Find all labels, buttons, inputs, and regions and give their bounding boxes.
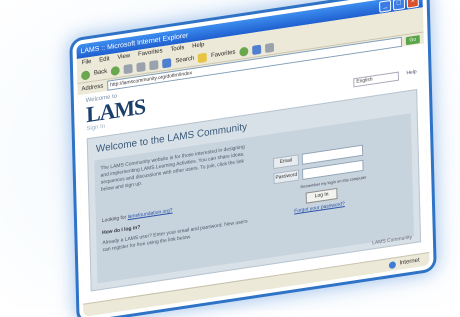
login-help-text: Already a LAMS user? Enter your email an… xyxy=(102,218,248,254)
search-button-label[interactable]: Search xyxy=(175,56,194,65)
maximize-button[interactable]: □ xyxy=(392,0,406,11)
status-zone-label: Internet xyxy=(399,257,420,267)
menu-file[interactable]: File xyxy=(82,59,92,66)
close-button[interactable]: × xyxy=(406,0,419,9)
favorites-icon[interactable] xyxy=(198,52,208,63)
search-icon[interactable] xyxy=(162,57,172,68)
browser-window: LAMS :: Microsoft Internet Explorer _ □ … xyxy=(76,0,430,317)
looking-prefix: Looking for xyxy=(101,214,127,225)
menu-view[interactable]: View xyxy=(117,53,130,61)
back-button-label[interactable]: Back xyxy=(94,69,107,77)
back-icon[interactable] xyxy=(81,69,91,81)
menu-tools[interactable]: Tools xyxy=(170,45,184,53)
menu-help[interactable]: Help xyxy=(192,42,204,50)
email-label: Email xyxy=(272,154,299,170)
foundation-link[interactable]: lamsfoundation.org? xyxy=(128,207,173,220)
home-icon[interactable] xyxy=(149,59,159,70)
login-form: Email Password Remember my login on this… xyxy=(272,142,384,229)
media-icon[interactable] xyxy=(239,46,249,57)
forward-icon[interactable] xyxy=(111,65,121,76)
stop-icon[interactable] xyxy=(123,63,134,74)
minimize-button[interactable]: _ xyxy=(379,0,392,13)
menu-edit[interactable]: Edit xyxy=(99,56,109,64)
internet-zone-icon xyxy=(388,260,396,269)
favorites-button-label[interactable]: Favorites xyxy=(211,49,236,59)
login-button[interactable]: Log In xyxy=(305,187,338,204)
password-label: Password xyxy=(273,169,300,185)
looking-for-line: Looking for lamsfoundation.org? xyxy=(102,207,173,224)
print-icon[interactable] xyxy=(265,42,275,53)
browser-window-tilted: LAMS :: Microsoft Internet Explorer _ □ … xyxy=(76,0,430,317)
mail-icon[interactable] xyxy=(252,44,262,55)
refresh-icon[interactable] xyxy=(136,61,146,72)
